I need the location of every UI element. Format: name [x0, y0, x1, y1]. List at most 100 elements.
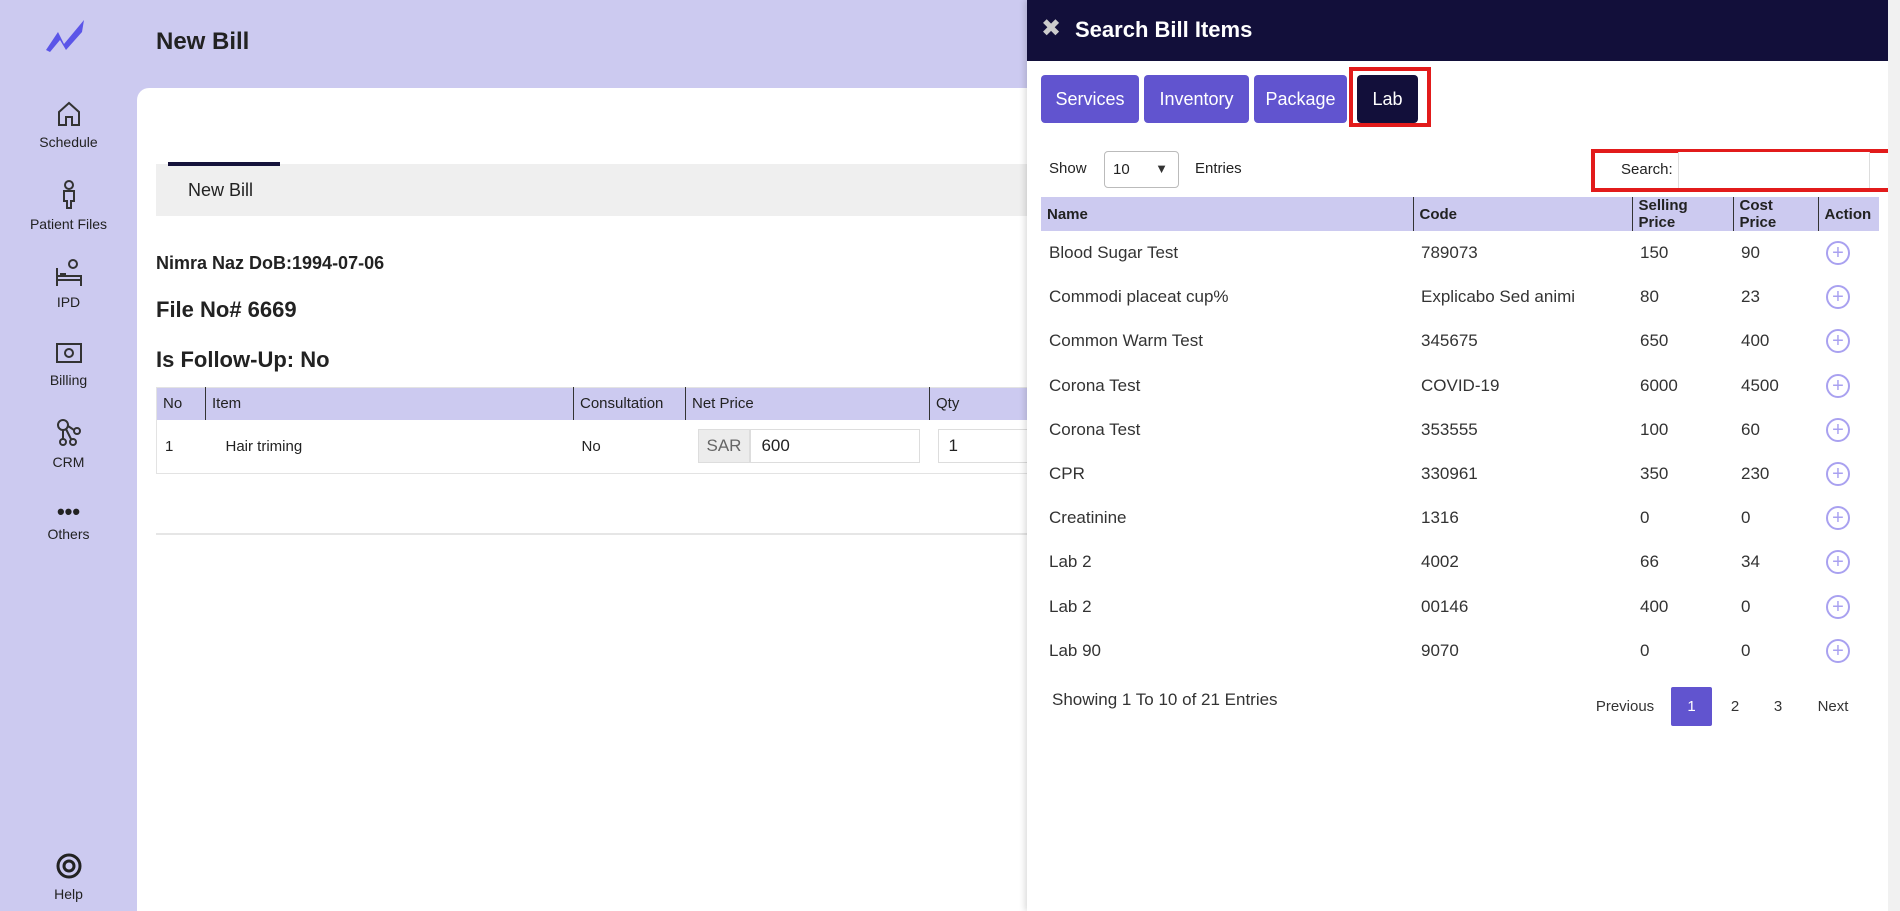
- add-item-icon[interactable]: +: [1826, 506, 1850, 530]
- cell-selling: 0: [1632, 629, 1733, 673]
- pagination-next[interactable]: Next: [1806, 687, 1860, 726]
- sidebar-item-help[interactable]: Help: [0, 852, 137, 902]
- sidebar-item-label: Schedule: [39, 134, 97, 150]
- cell-code: 353555: [1413, 408, 1632, 452]
- add-item-icon[interactable]: +: [1826, 285, 1850, 309]
- sidebar-item-label: CRM: [53, 454, 85, 470]
- table-row: 1 Hair triming No SAR600 1: [157, 420, 1056, 474]
- tab-bar: [156, 164, 1056, 216]
- cell-code: 330961: [1413, 452, 1632, 496]
- sidebar-item-label: Help: [54, 886, 83, 902]
- net-price-input[interactable]: 600: [750, 429, 920, 463]
- home-icon: [56, 100, 82, 128]
- close-icon[interactable]: ✖: [1041, 14, 1061, 43]
- cell-selling: 6000: [1632, 364, 1733, 408]
- logo-icon: [44, 18, 86, 52]
- cell-selling: 150: [1632, 231, 1733, 275]
- table-header: Name Code Selling Price Cost Price Actio…: [1041, 197, 1879, 231]
- column-header: Item: [206, 388, 574, 420]
- add-item-icon[interactable]: +: [1826, 374, 1850, 398]
- pagination-page[interactable]: 1: [1671, 687, 1712, 726]
- add-item-icon[interactable]: +: [1826, 550, 1850, 574]
- cell-cost: 0: [1733, 585, 1818, 629]
- cell-code: 1316: [1413, 496, 1632, 540]
- table-header: No Item Consultation Net Price Qty: [157, 388, 1056, 420]
- sidebar-item-schedule[interactable]: Schedule: [0, 100, 137, 150]
- table-row: Commodi placeat cup%Explicabo Sed animi8…: [1041, 275, 1879, 319]
- column-header: Selling Price: [1632, 197, 1733, 231]
- row-item: Hair triming: [206, 420, 574, 474]
- sidebar-item-billing[interactable]: Billing: [0, 340, 137, 388]
- bill-items-table: Name Code Selling Price Cost Price Actio…: [1041, 197, 1879, 673]
- add-item-icon[interactable]: +: [1826, 241, 1850, 265]
- cell-name: CPR: [1041, 452, 1413, 496]
- cell-code: COVID-19: [1413, 364, 1632, 408]
- cell-cost: 23: [1733, 275, 1818, 319]
- cell-cost: 90: [1733, 231, 1818, 275]
- cell-selling: 350: [1632, 452, 1733, 496]
- add-item-icon[interactable]: +: [1826, 639, 1850, 663]
- tab-package[interactable]: Package: [1254, 75, 1347, 123]
- cell-code: 4002: [1413, 540, 1632, 584]
- cell-selling: 80: [1632, 275, 1733, 319]
- entries-label: Entries: [1195, 160, 1242, 177]
- cell-name: Corona Test: [1041, 364, 1413, 408]
- pagination-page[interactable]: 3: [1763, 687, 1793, 726]
- tab-services[interactable]: Services: [1041, 75, 1139, 123]
- bill-table: No Item Consultation Net Price Qty 1 Hai…: [156, 387, 1056, 474]
- scrollbar[interactable]: [1888, 0, 1900, 911]
- add-item-icon[interactable]: +: [1826, 462, 1850, 486]
- table-row: Corona TestCOVID-1960004500+: [1041, 364, 1879, 408]
- cell-name: Creatinine: [1041, 496, 1413, 540]
- sidebar-item-ipd[interactable]: IPD: [0, 258, 137, 310]
- showing-info: Showing 1 To 10 of 21 Entries: [1052, 690, 1278, 710]
- cell-code: 9070: [1413, 629, 1632, 673]
- panel-title: Search Bill Items: [1075, 17, 1252, 43]
- table-row: Creatinine131600+: [1041, 496, 1879, 540]
- column-header: Cost Price: [1733, 197, 1818, 231]
- cell-name: Lab 90: [1041, 629, 1413, 673]
- search-input[interactable]: [1678, 152, 1870, 188]
- table-row: Blood Sugar Test78907315090 +: [1041, 231, 1879, 275]
- highlight-box: [1349, 67, 1431, 127]
- page-size-select[interactable]: 10▼: [1104, 151, 1179, 188]
- cell-name: Lab 2: [1041, 540, 1413, 584]
- sidebar-item-patient-files[interactable]: Patient Files: [0, 180, 137, 232]
- cell-name: Common Warm Test: [1041, 319, 1413, 363]
- patient-info: Nimra Naz DoB:1994-07-06: [156, 253, 384, 274]
- add-item-icon[interactable]: +: [1826, 418, 1850, 442]
- sidebar: Schedule Patient Files IPD Billing CRM •…: [0, 0, 137, 911]
- cell-cost: 400: [1733, 319, 1818, 363]
- bed-icon: [54, 258, 84, 288]
- tab-new-bill[interactable]: New Bill: [188, 180, 253, 201]
- sidebar-item-others[interactable]: ••• Others: [0, 502, 137, 542]
- cell-code: 789073: [1413, 231, 1632, 275]
- qty-input[interactable]: 1: [938, 429, 1028, 463]
- cell-selling: 650: [1632, 319, 1733, 363]
- sidebar-item-label: Others: [47, 526, 89, 542]
- search-label: Search:: [1621, 161, 1673, 178]
- network-icon: [55, 418, 83, 448]
- column-header: No: [157, 388, 206, 420]
- cell-code: 00146: [1413, 585, 1632, 629]
- file-number: File No# 6669: [156, 297, 297, 323]
- cell-name: Lab 2: [1041, 585, 1413, 629]
- cell-cost: 0: [1733, 629, 1818, 673]
- show-label: Show: [1049, 160, 1087, 177]
- cell-name: Blood Sugar Test: [1041, 231, 1413, 275]
- tab-inventory[interactable]: Inventory: [1144, 75, 1249, 123]
- cell-selling: 100: [1632, 408, 1733, 452]
- sidebar-item-crm[interactable]: CRM: [0, 418, 137, 470]
- column-header: Name: [1041, 197, 1413, 231]
- page-size-value: 10: [1113, 161, 1130, 178]
- pagination-previous[interactable]: Previous: [1590, 687, 1660, 726]
- pagination-page[interactable]: 2: [1720, 687, 1750, 726]
- cell-selling: 400: [1632, 585, 1733, 629]
- sidebar-item-label: IPD: [57, 294, 80, 310]
- table-row: CPR330961350230+: [1041, 452, 1879, 496]
- column-header: Code: [1413, 197, 1632, 231]
- column-header: Action: [1818, 197, 1879, 231]
- add-item-icon[interactable]: +: [1826, 329, 1850, 353]
- money-icon: [54, 340, 84, 366]
- add-item-icon[interactable]: +: [1826, 595, 1850, 619]
